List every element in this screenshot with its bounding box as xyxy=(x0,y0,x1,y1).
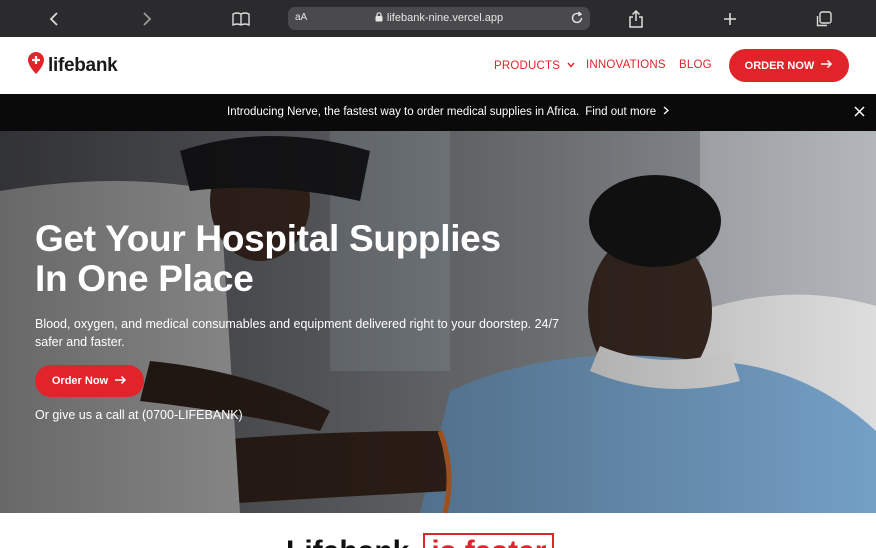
hero-subtitle: Blood, oxygen, and medical consumables a… xyxy=(35,317,559,349)
url-display: lifebank-nine.vercel.app xyxy=(288,12,590,25)
site-header: lifebank PRODUCTS INNOVATIONS BLOG ORDER… xyxy=(0,37,876,94)
lock-icon xyxy=(375,12,383,25)
location-pin-icon xyxy=(27,51,45,80)
hero-order-now-label: Order Now xyxy=(51,375,109,387)
nav-products[interactable]: PRODUCTS xyxy=(494,59,575,72)
url-text: lifebank-nine.vercel.app xyxy=(386,12,504,24)
hero-title-line-2: In One Place xyxy=(35,258,254,299)
hero-order-now-button[interactable]: Order Now xyxy=(35,365,144,397)
next-section: Lifebank is faster xyxy=(0,513,876,548)
call-us-text[interactable]: Or give us a call at (0700-LIFEBANK) xyxy=(35,408,243,422)
chevron-down-icon xyxy=(567,59,575,71)
hero-title: Get Your Hospital Supplies In One Place xyxy=(35,219,555,299)
find-out-more-label: Find out more xyxy=(585,106,657,118)
browser-toolbar: aA lifebank-nine.vercel.app xyxy=(0,0,876,37)
section-heading-highlight: is faster xyxy=(423,533,555,548)
forward-icon[interactable] xyxy=(137,0,157,37)
section-heading: Lifebank is faster xyxy=(286,533,555,548)
announcement-message: Introducing Nerve, the fastest way to or… xyxy=(227,106,670,118)
hero-section: Get Your Hospital Supplies In One Place … xyxy=(0,131,876,513)
chevron-right-icon xyxy=(663,106,670,118)
section-heading-text: Lifebank xyxy=(286,535,409,548)
hero-title-line-1: Get Your Hospital Supplies xyxy=(35,218,501,259)
close-icon[interactable] xyxy=(854,106,865,120)
arrow-right-icon xyxy=(820,59,833,72)
nav-innovations[interactable]: INNOVATIONS xyxy=(586,59,666,71)
tabs-overview-icon[interactable] xyxy=(813,0,835,37)
nav-blog[interactable]: BLOG xyxy=(679,59,712,71)
bookmarks-icon[interactable] xyxy=(230,0,252,37)
logo-text: lifebank xyxy=(48,54,118,76)
announcement-text: Introducing Nerve, the fastest way to or… xyxy=(227,106,580,118)
lifebank-logo[interactable]: lifebank xyxy=(27,51,118,80)
announcement-bar: Introducing Nerve, the fastest way to or… xyxy=(0,94,876,131)
find-out-more-link[interactable]: Find out more xyxy=(585,106,670,118)
order-now-label: ORDER NOW xyxy=(744,59,815,72)
order-now-button[interactable]: ORDER NOW xyxy=(729,49,849,82)
back-icon[interactable] xyxy=(44,0,64,37)
new-tab-icon[interactable] xyxy=(720,0,740,37)
address-bar[interactable]: aA lifebank-nine.vercel.app xyxy=(288,7,590,30)
share-icon[interactable] xyxy=(626,0,646,37)
nav-products-label: PRODUCTS xyxy=(494,60,561,72)
arrow-right-icon xyxy=(114,375,127,388)
reload-icon[interactable] xyxy=(569,10,585,29)
